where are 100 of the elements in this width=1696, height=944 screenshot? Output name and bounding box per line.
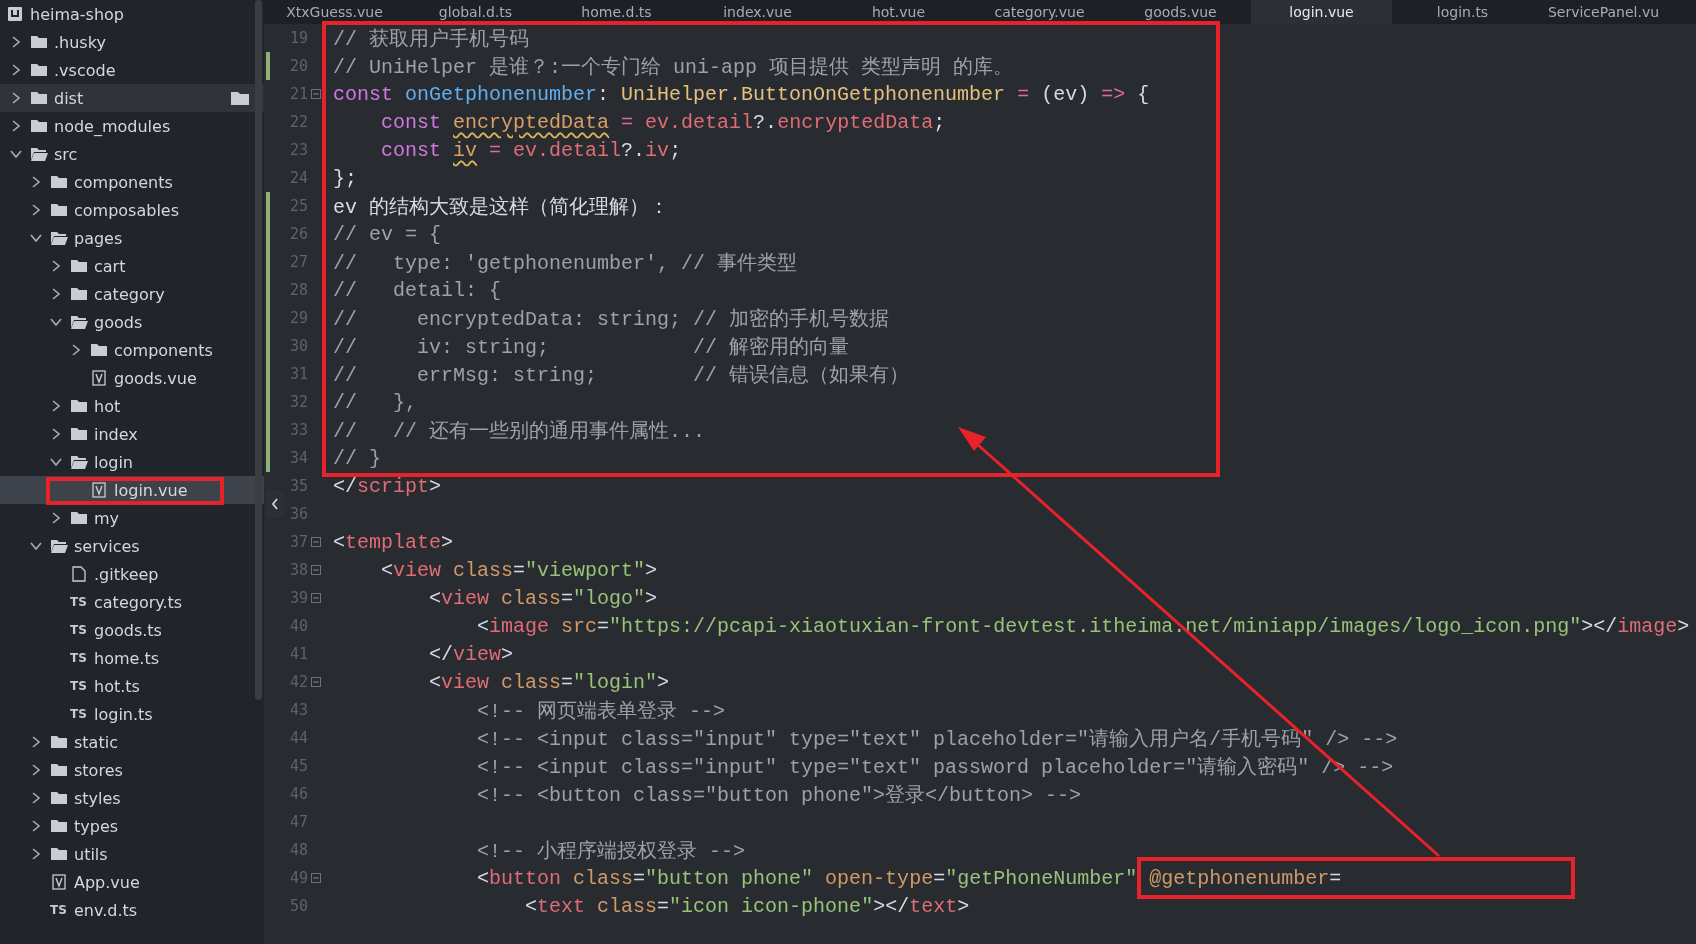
chevron-icon[interactable] [50,288,62,300]
tree-item[interactable]: stores [0,756,264,784]
chevron-icon[interactable] [30,792,42,804]
tree-item[interactable]: dist [0,84,264,112]
line-number: 38 [288,561,308,579]
tree-item[interactable]: static [0,728,264,756]
tree-item[interactable]: pages [0,224,264,252]
chevron-icon[interactable] [50,512,62,524]
open-folder-icon [70,314,88,330]
chevron-icon[interactable] [50,400,62,412]
chevron-icon[interactable] [50,456,62,468]
tree-item[interactable]: category [0,280,264,308]
tree-item[interactable]: hot [0,392,264,420]
folder-icon [50,174,68,190]
code-line: <view class="logo"> [428,586,658,610]
tree-item[interactable]: components [0,168,264,196]
line-number: 46 [288,785,308,803]
line-number: 45 [288,757,308,775]
fold-icon[interactable] [311,89,321,99]
tree-item[interactable]: utils [0,840,264,868]
folder-icon [70,510,88,526]
chevron-icon[interactable] [30,736,42,748]
fold-icon[interactable] [311,565,321,575]
folder-icon [50,790,68,806]
tree-item[interactable]: services [0,532,264,560]
folder-icon [50,818,68,834]
chevron-icon[interactable] [10,120,22,132]
item-label: goods.vue [114,368,197,388]
item-label: login.ts [94,704,153,724]
folder-icon [50,202,68,218]
line-number: 28 [288,281,308,299]
tree-item[interactable]: cart [0,252,264,280]
item-label: utils [74,844,108,864]
chevron-icon[interactable] [30,176,42,188]
chevron-icon[interactable] [50,316,62,328]
chevron-icon[interactable] [10,148,22,160]
chevron-icon[interactable] [50,428,62,440]
code-line: }; [333,166,357,190]
chevron-icon[interactable] [10,64,22,76]
file-icon [70,566,88,582]
chevron-icon[interactable] [30,764,42,776]
tree-item[interactable]: login [0,448,264,476]
tree-item[interactable]: composables [0,196,264,224]
fold-icon[interactable] [311,873,321,883]
chevron-icon [271,498,279,510]
fold-icon[interactable] [311,537,321,547]
code-line: // type: 'getphonenumber', // 事件类型 [333,250,798,276]
chevron-icon[interactable] [30,820,42,832]
line-number: 20 [288,57,308,75]
tree-item[interactable]: types [0,812,264,840]
tree-item[interactable]: my [0,504,264,532]
tree-item[interactable]: TS goods.ts [0,616,264,644]
line-number: 49 [288,869,308,887]
item-label: goods [94,312,143,332]
code-line: </view> [428,642,514,666]
fold-icon[interactable] [311,677,321,687]
ts-file-icon: TS [70,623,88,637]
chevron-icon[interactable] [70,344,82,356]
line-number: 41 [288,645,308,663]
tree-item[interactable]: node_modules [0,112,264,140]
ts-file-icon: TS [70,707,88,721]
item-label: stores [74,760,123,780]
chevron-icon[interactable] [50,260,62,272]
chevron-icon[interactable] [10,92,22,104]
fold-icon[interactable] [311,593,321,603]
editor-tab[interactable]: login.vue [1251,0,1392,24]
tree-item[interactable]: goods.vue [0,364,264,392]
line-number: 31 [288,365,308,383]
tree-item[interactable]: .vscode [0,56,264,84]
line-number: 23 [288,141,308,159]
tree-item[interactable]: TS category.ts [0,588,264,616]
tree-item[interactable]: .gitkeep [0,560,264,588]
item-label: components [114,340,213,360]
tree-item[interactable]: TS hot.ts [0,672,264,700]
tree-item[interactable]: TS env.d.ts [0,896,264,924]
collapse-sidebar-button[interactable] [266,490,284,518]
scrollbar[interactable] [255,0,262,700]
chevron-icon[interactable] [30,848,42,860]
tree-item[interactable]: goods [0,308,264,336]
tree-item[interactable]: index [0,420,264,448]
tree-item[interactable]: components [0,336,264,364]
tree-item[interactable]: .husky [0,28,264,56]
code-line: // 获取用户手机号码 [333,26,529,52]
folder-icon [70,426,88,442]
item-label: .husky [54,32,106,52]
folder-icon[interactable] [230,90,250,106]
code-line: // } [333,446,381,470]
chevron-icon[interactable] [30,204,42,216]
folder-icon [50,762,68,778]
tree-item[interactable]: styles [0,784,264,812]
chevron-icon[interactable] [10,36,22,48]
tree-item[interactable]: src [0,140,264,168]
chevron-icon[interactable] [30,540,42,552]
folder-icon [50,734,68,750]
tree-item[interactable]: TS login.ts [0,700,264,728]
tree-item[interactable]: App.vue [0,868,264,896]
chevron-icon[interactable] [30,232,42,244]
item-label: my [94,508,120,528]
line-number: 19 [288,29,308,47]
tree-item[interactable]: TS home.ts [0,644,264,672]
